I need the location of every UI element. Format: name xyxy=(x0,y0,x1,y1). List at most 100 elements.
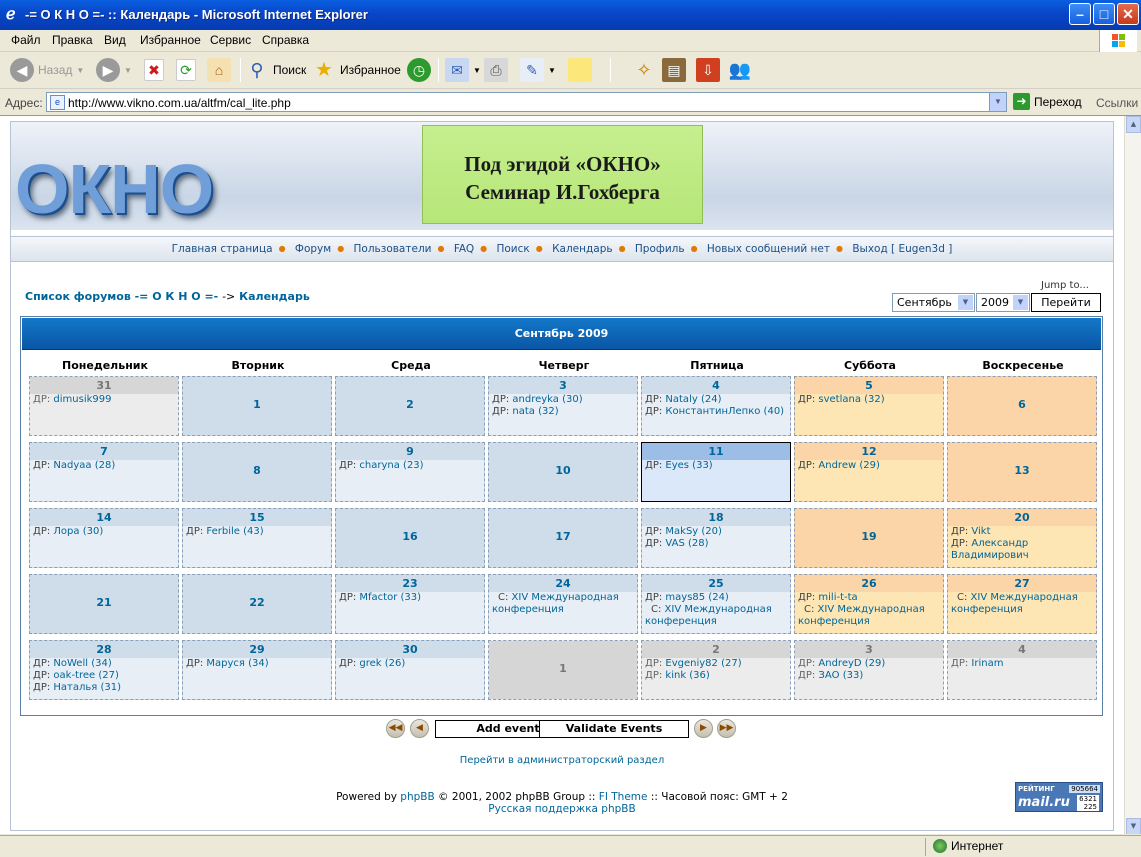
event-link[interactable]: Ferbile (43) xyxy=(206,526,263,537)
calendar-day-cell[interactable]: 31 ДР: dimusik999 xyxy=(29,376,179,436)
nav-calendar[interactable]: Календарь xyxy=(552,243,612,255)
calendar-day-cell[interactable]: 12 ДР: Andrew (29) xyxy=(794,442,944,502)
day-number[interactable]: 18 xyxy=(642,509,790,526)
crumb-calendar[interactable]: Календарь xyxy=(239,290,310,303)
site-logo[interactable]: ОКНО xyxy=(15,154,214,224)
maximize-button[interactable]: □ xyxy=(1093,3,1115,25)
crumb-forums[interactable]: Список форумов -= О К Н О =- xyxy=(25,290,218,303)
day-number[interactable]: 28 xyxy=(30,641,178,658)
event-link[interactable]: Nataly (24) xyxy=(665,394,721,405)
phpbb-link[interactable]: phpBB xyxy=(400,791,434,803)
nav-faq[interactable]: FAQ xyxy=(454,243,474,255)
nav-logout[interactable]: Выход [ Eugen3d ] xyxy=(852,243,952,255)
event-link[interactable]: XIV Международная конференция xyxy=(798,604,925,627)
print-button[interactable]: ⎙ xyxy=(484,57,508,83)
mail-button[interactable]: ✉ ▼ xyxy=(445,57,481,83)
event-link[interactable]: AndreyD (29) xyxy=(818,658,885,669)
day-number[interactable]: 29 xyxy=(183,641,331,658)
vertical-scrollbar[interactable]: ▲ ▼ xyxy=(1124,116,1141,834)
day-number[interactable]: 22 xyxy=(183,575,331,633)
address-url[interactable]: http://www.vikno.com.ua/altfm/cal_lite.p… xyxy=(68,96,291,110)
calendar-day-cell[interactable]: 16 xyxy=(335,508,485,568)
theme-link[interactable]: FI Theme xyxy=(599,791,648,803)
contacts-button[interactable]: 👥 xyxy=(728,57,752,83)
day-number[interactable]: 7 xyxy=(30,443,178,460)
mailru-rating-counter[interactable]: РЕЙТИНГ 905664 mail.ru 6321 225 xyxy=(1015,782,1103,812)
nav-forum[interactable]: Форум xyxy=(295,243,331,255)
calendar-day-cell[interactable]: 6 xyxy=(947,376,1097,436)
day-number[interactable]: 5 xyxy=(795,377,943,394)
event-link[interactable]: Лора (30) xyxy=(53,526,103,537)
event-link[interactable]: mays85 (24) xyxy=(665,592,728,603)
history-button[interactable]: ◷ xyxy=(407,57,431,83)
calendar-day-cell[interactable]: 17 xyxy=(488,508,638,568)
minimize-button[interactable]: – xyxy=(1069,3,1091,25)
calendar-day-cell[interactable]: 4 ДР: Nataly (24) ДР: КонстантинЛепко (40) xyxy=(641,376,791,436)
next-year-button[interactable]: ▶▶ xyxy=(717,719,736,738)
menu-file[interactable]: Файл xyxy=(11,33,41,47)
day-number[interactable]: 17 xyxy=(489,509,637,567)
search-button[interactable]: ⚲ Поиск xyxy=(245,57,306,83)
event-link[interactable]: Eyes (33) xyxy=(665,460,712,471)
calendar-day-cell[interactable]: 3 ДР: AndreyD (29) ДР: ЗАО (33) xyxy=(794,640,944,700)
event-link[interactable]: NoWell (34) xyxy=(53,658,111,669)
year-select[interactable]: 2009 ▼ xyxy=(976,293,1030,312)
calendar-day-cell[interactable]: 22 xyxy=(182,574,332,634)
day-number[interactable]: 12 xyxy=(795,443,943,460)
event-link[interactable]: Evgeniy82 (27) xyxy=(665,658,741,669)
discuss-button[interactable] xyxy=(568,57,592,83)
calendar-day-cell[interactable]: 23 ДР: Mfactor (33) xyxy=(335,574,485,634)
menu-edit[interactable]: Правка xyxy=(52,33,93,47)
calendar-day-cell[interactable]: 30 ДР: grek (26) xyxy=(335,640,485,700)
favorites-button[interactable]: ★ Избранное xyxy=(312,57,401,83)
day-number[interactable]: 13 xyxy=(948,443,1096,501)
calendar-day-cell[interactable]: 5 ДР: svetlana (32) xyxy=(794,376,944,436)
day-number[interactable]: 15 xyxy=(183,509,331,526)
calendar-day-cell[interactable]: 1 xyxy=(182,376,332,436)
day-number[interactable]: 2 xyxy=(336,377,484,435)
day-number[interactable]: 8 xyxy=(183,443,331,501)
month-select[interactable]: Сентябрь ▼ xyxy=(892,293,975,312)
event-link[interactable]: VAS (28) xyxy=(665,538,708,549)
calendar-day-cell[interactable]: 11 ДР: Eyes (33) xyxy=(641,442,791,502)
admin-link[interactable]: Перейти в администраторский раздел xyxy=(11,755,1113,766)
day-number[interactable]: 31 xyxy=(30,377,178,394)
validate-events-button[interactable]: Validate Events xyxy=(539,720,689,738)
event-link[interactable]: Irinam xyxy=(971,658,1003,669)
day-number[interactable]: 10 xyxy=(489,443,637,501)
calendar-day-cell[interactable]: 21 xyxy=(29,574,179,634)
event-link[interactable]: dimusik999 xyxy=(53,394,111,405)
menu-view[interactable]: Вид xyxy=(104,33,126,47)
day-number[interactable]: 21 xyxy=(30,575,178,633)
calendar-day-cell[interactable]: 2 xyxy=(335,376,485,436)
event-link[interactable]: Mfactor (33) xyxy=(359,592,421,603)
refresh-button[interactable]: ⟳ xyxy=(176,57,196,83)
nav-profile[interactable]: Профиль xyxy=(635,243,685,255)
day-number[interactable]: 9 xyxy=(336,443,484,460)
nav-users[interactable]: Пользователи xyxy=(354,243,432,255)
calendar-day-cell[interactable]: 2 ДР: Evgeniy82 (27) ДР: kink (36) xyxy=(641,640,791,700)
calendar-day-cell[interactable]: 25 ДР: mays85 (24) С: XIV Международная ко… xyxy=(641,574,791,634)
calendar-day-cell[interactable]: 24 С: XIV Международная конференция xyxy=(488,574,638,634)
day-number[interactable]: 3 xyxy=(489,377,637,394)
go-button[interactable]: ➜ Переход xyxy=(1013,93,1082,110)
event-link[interactable]: grek (26) xyxy=(359,658,405,669)
event-link[interactable]: andreyka (30) xyxy=(512,394,582,405)
menu-tools[interactable]: Сервис xyxy=(210,33,251,47)
chevron-down-icon[interactable]: ▼ xyxy=(989,93,1006,111)
research-button[interactable]: ▤ xyxy=(662,57,686,83)
calendar-day-cell[interactable]: 8 xyxy=(182,442,332,502)
calendar-day-cell[interactable]: 13 xyxy=(947,442,1097,502)
day-number[interactable]: 2 xyxy=(642,641,790,658)
day-number[interactable]: 14 xyxy=(30,509,178,526)
day-number[interactable]: 30 xyxy=(336,641,484,658)
links-button[interactable]: Ссылки xyxy=(1096,96,1138,110)
calendar-day-cell[interactable]: 27 С: XIV Международная конференция xyxy=(947,574,1097,634)
close-button[interactable]: ✕ xyxy=(1117,3,1139,25)
calendar-day-cell[interactable]: 19 xyxy=(794,508,944,568)
event-link[interactable]: XIV Международная конференция xyxy=(492,592,619,615)
scroll-down-icon[interactable]: ▼ xyxy=(1126,818,1141,834)
menu-help[interactable]: Справка xyxy=(262,33,309,47)
calendar-day-cell[interactable]: 20 ДР: Vikt ДР: Александр Владимирович xyxy=(947,508,1097,568)
address-input[interactable]: e http://www.vikno.com.ua/altfm/cal_lite… xyxy=(46,92,1007,112)
